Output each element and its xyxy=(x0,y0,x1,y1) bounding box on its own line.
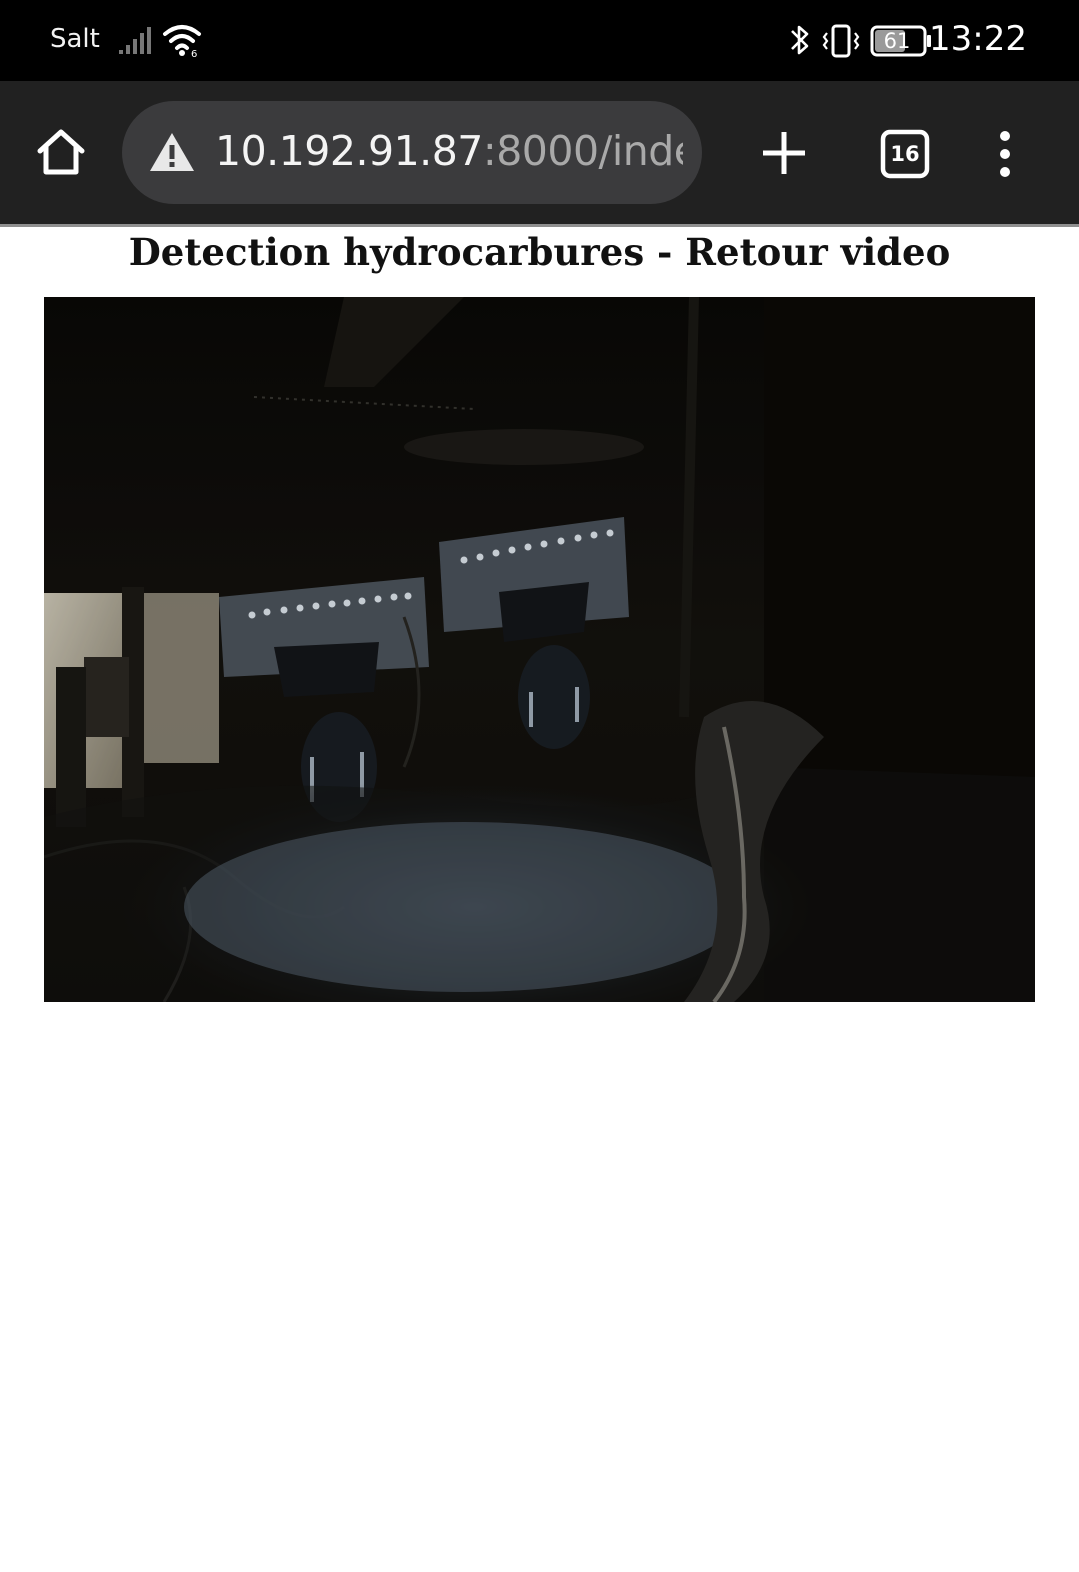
url-host: 10.192.91.87 xyxy=(215,127,483,175)
page-title: Detection hydrocarbures - Retour video xyxy=(128,230,951,274)
browser-toolbar: 10.192.91.87:8000/index.h 16 xyxy=(0,81,1079,224)
tab-count: 16 xyxy=(890,142,920,166)
url-text[interactable]: 10.192.91.87:8000/index.h xyxy=(215,127,683,175)
battery-level: 61 xyxy=(883,29,911,53)
warning-icon[interactable] xyxy=(148,131,196,173)
toolbar-divider xyxy=(0,224,1079,227)
clock: 13:22 xyxy=(929,19,1027,59)
vibrate-icon xyxy=(822,24,860,58)
address-bar[interactable]: 10.192.91.87:8000/index.h xyxy=(122,101,702,204)
wifi-icon: 6 xyxy=(163,25,201,58)
tab-switcher-button[interactable]: 16 xyxy=(880,129,930,179)
more-vert-icon[interactable] xyxy=(990,129,1020,179)
home-icon[interactable] xyxy=(34,125,88,179)
signal-icon xyxy=(119,27,151,54)
status-bar: Salt 6 61 13:22 xyxy=(0,0,1079,81)
carrier-name: Salt xyxy=(50,24,100,54)
video-stream-image xyxy=(44,297,1035,1002)
bluetooth-icon xyxy=(791,25,809,55)
plus-icon[interactable] xyxy=(760,129,808,177)
video-stream-scene xyxy=(44,297,1035,1002)
url-path: :8000/index.h xyxy=(482,127,683,175)
svg-text:6: 6 xyxy=(191,49,197,58)
